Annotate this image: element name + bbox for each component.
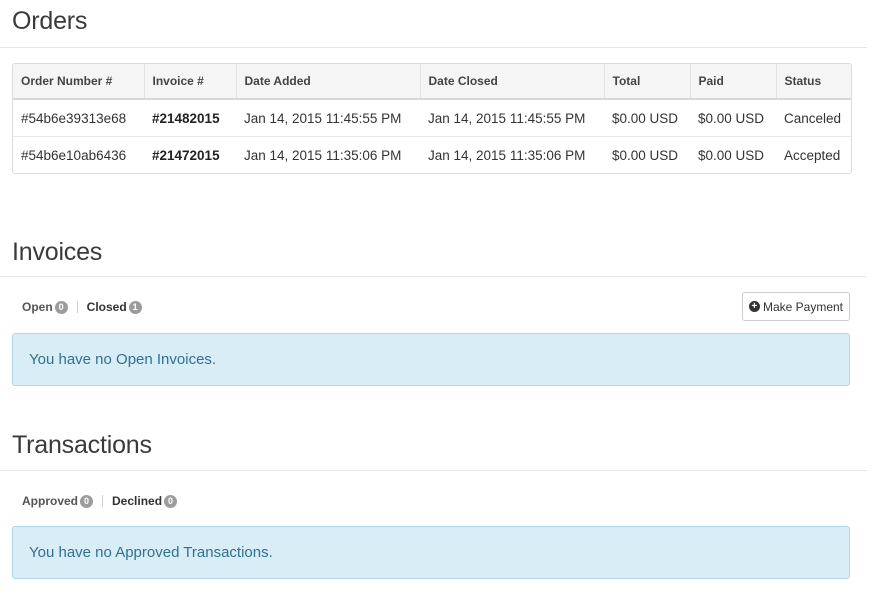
invoices-divider [0,276,867,277]
count-badge: 0 [54,300,68,314]
orders-title: Orders [12,7,88,35]
col-invoice[interactable]: Invoice # [144,64,237,100]
tab-label: Declined [112,494,163,508]
tab-closed-invoices[interactable]: Closed 1 [87,300,142,314]
status: Accepted [776,136,851,173]
table-row[interactable]: #54b6e39313e68 #21482015 Jan 14, 2015 11… [13,99,851,137]
orders-table: Order Number # Invoice # Date Added Date… [12,63,852,174]
order-number[interactable]: #54b6e10ab6436 [13,136,144,173]
orders-divider [0,47,867,48]
invoices-alert-text: You have no Open Invoices. [29,351,217,368]
date-added: Jan 14, 2015 11:35:06 PM [236,136,420,173]
transactions-divider [0,470,867,471]
count-badge: 1 [128,300,142,314]
invoices-title: Invoices [12,238,103,266]
tab-label: Approved [22,494,79,508]
tab-separator [102,495,104,507]
paid: $0.00 USD [698,110,765,126]
transaction-filter-tabs: Approved 0 Declined 0 [22,494,178,508]
date-closed: Jan 14, 2015 11:35:06 PM [420,136,604,173]
tab-label: Closed [86,300,127,314]
status: Canceled [784,110,842,126]
col-date-added[interactable]: Date Added [236,64,421,100]
col-total[interactable]: Total [604,64,691,100]
make-payment-label: Make Payment [762,299,844,314]
count-badge: 0 [80,494,94,508]
tab-declined-transactions[interactable]: Declined 0 [112,494,178,508]
tab-approved-transactions[interactable]: Approved 0 [22,494,94,508]
orders-header-row: Order Number # Invoice # Date Added Date… [13,64,851,100]
tab-label: Open [22,300,53,314]
paid: $0.00 USD [690,136,776,173]
invoice-filter-tabs: Open 0 Closed 1 [22,300,142,314]
table-row[interactable]: #54b6e10ab6436 #21472015 Jan 14, 2015 11… [13,136,851,173]
make-payment-button[interactable]: + Make Payment [742,292,850,321]
transactions-alert-text: You have no Approved Transactions. [29,544,273,561]
col-status[interactable]: Status [776,64,851,100]
transactions-title: Transactions [12,431,152,459]
tab-separator [76,301,78,313]
plus-circle-icon: + [748,301,760,312]
count-badge: 0 [164,494,178,508]
order-number[interactable]: #54b6e39313e68 [13,99,144,137]
invoices-alert: You have no Open Invoices. [12,333,850,386]
total: $0.00 USD [604,136,690,173]
invoice-number[interactable]: #21482015 [144,99,236,137]
transactions-alert: You have no Approved Transactions. [12,526,850,579]
date-closed: Jan 14, 2015 11:45:55 PM [428,110,586,126]
col-order-number[interactable]: Order Number # [13,64,145,100]
total: $0.00 USD [612,110,679,126]
date-added: Jan 14, 2015 11:45:55 PM [244,110,402,126]
col-date-closed[interactable]: Date Closed [420,64,605,100]
invoice-number[interactable]: #21472015 [144,136,236,173]
tab-open-invoices[interactable]: Open 0 [22,300,68,314]
col-paid[interactable]: Paid [690,64,777,100]
